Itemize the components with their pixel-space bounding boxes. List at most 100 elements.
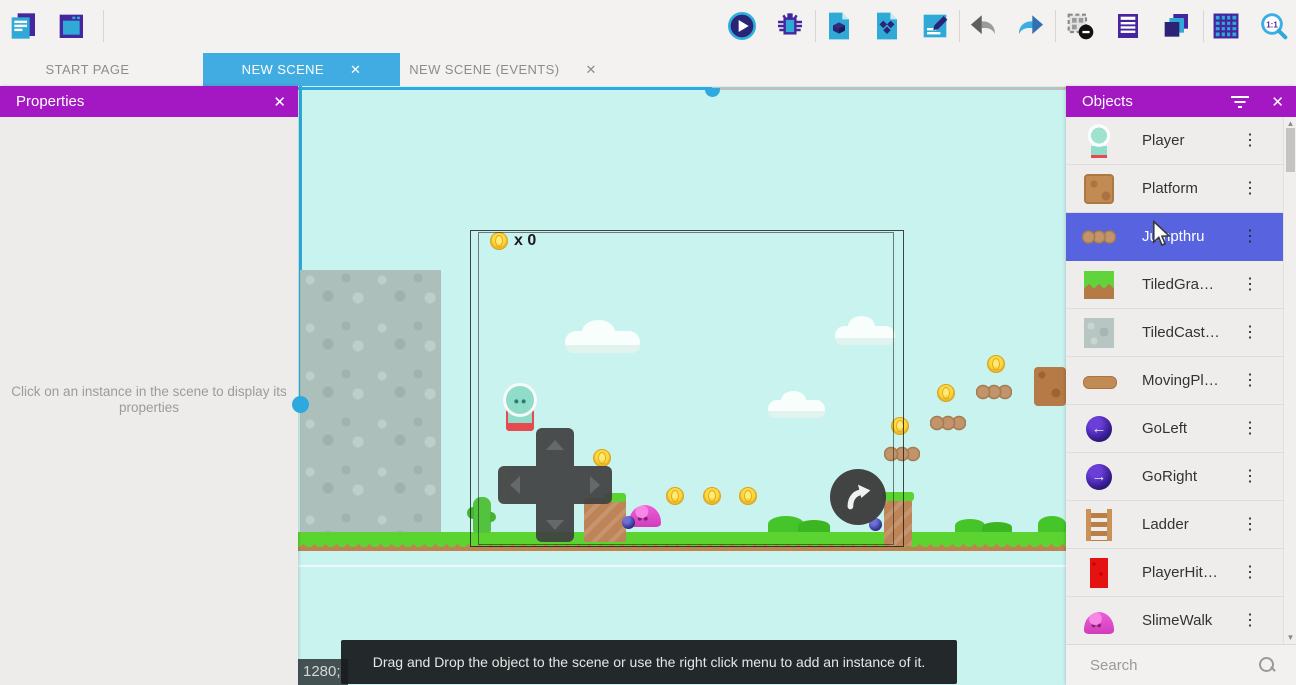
jumpthru-sprite[interactable] [884, 446, 920, 462]
more-options-icon[interactable]: ⋮ [1242, 229, 1258, 245]
vertical-scrollbar-thumb[interactable] [292, 396, 309, 413]
close-panel-icon[interactable]: ✕ [273, 93, 286, 111]
drag-drop-tooltip: Drag and Drop the object to the scene or… [341, 640, 957, 684]
bomb-sprite[interactable] [622, 516, 635, 529]
zoom-one-to-one-icon[interactable]: 1:1 [1254, 6, 1294, 46]
toolbar-separator [1055, 10, 1056, 42]
bush-sprite[interactable] [955, 519, 985, 532]
cloud-sprite[interactable] [768, 400, 825, 418]
project-manager-icon[interactable] [3, 6, 43, 46]
object-row[interactable]: SlimeWalk ⋮ [1066, 597, 1296, 644]
more-options-icon[interactable]: ⋮ [1242, 181, 1258, 197]
go-right-icon [1082, 460, 1116, 494]
more-options-icon[interactable]: ⋮ [1242, 373, 1258, 389]
start-page-window-icon[interactable] [51, 6, 91, 46]
edit-scene-icon[interactable] [915, 6, 955, 46]
dirt-column-sprite[interactable] [884, 500, 912, 546]
jumpthru-sprite[interactable] [976, 384, 1012, 400]
more-options-icon[interactable]: ⋮ [1242, 325, 1258, 341]
object-label: PlayerHit… [1142, 564, 1218, 581]
object-label: TiledGra… [1142, 276, 1214, 293]
search-input[interactable] [1090, 657, 1240, 674]
more-options-icon[interactable]: ⋮ [1242, 469, 1258, 485]
bush-sprite[interactable] [982, 522, 1012, 532]
dpad-right-arrow-icon [590, 476, 600, 494]
coin-sprite[interactable] [739, 487, 757, 505]
moving-platform-sprite[interactable] [1034, 367, 1066, 406]
close-panel-icon[interactable]: ✕ [1271, 93, 1284, 111]
object-row[interactable]: Player ⋮ [1066, 117, 1296, 165]
platform-icon [1084, 174, 1114, 204]
gdevelop-editor-window: 1:1 START PAGE NEW SCENE ✕ NEW SCENE (EV… [0, 0, 1296, 685]
tab-start-page[interactable]: START PAGE [0, 53, 175, 86]
horizontal-scrollbar-thumb[interactable] [705, 88, 720, 97]
object-row[interactable]: TiledCast… ⋮ [1066, 309, 1296, 357]
object-row[interactable]: Ladder ⋮ [1066, 501, 1296, 549]
more-options-icon[interactable]: ⋮ [1242, 421, 1258, 437]
object-label: MovingPl… [1142, 372, 1219, 389]
player-sprite[interactable] [500, 383, 540, 432]
object-label: TiledCast… [1142, 324, 1220, 341]
dpad-up-arrow-icon [546, 440, 564, 450]
horizontal-scrollbar-track[interactable] [712, 87, 1066, 90]
objects-scrollbar[interactable]: ▲ ▼ [1283, 117, 1296, 644]
close-tab-icon[interactable]: ✕ [350, 62, 361, 78]
player-hitbox-icon [1082, 556, 1116, 590]
object-label: Player [1142, 132, 1185, 149]
tab-new-scene-events[interactable]: NEW SCENE (EVENTS) ✕ [400, 53, 606, 86]
scroll-up-icon[interactable]: ▲ [1284, 119, 1296, 128]
coin-sprite[interactable] [891, 417, 909, 435]
cactus-sprite[interactable] [473, 497, 491, 533]
more-options-icon[interactable]: ⋮ [1242, 517, 1258, 533]
objects-scrollbar-thumb[interactable] [1286, 128, 1295, 172]
instances-list-icon[interactable] [1108, 6, 1148, 46]
object-row[interactable]: Platform ⋮ [1066, 165, 1296, 213]
bush-sprite[interactable] [798, 520, 830, 532]
document-cubes-icon[interactable] [867, 6, 907, 46]
dpad-control-sprite[interactable] [498, 428, 612, 542]
more-options-icon[interactable]: ⋮ [1242, 565, 1258, 581]
coin-sprite[interactable] [666, 487, 684, 505]
layers-icon[interactable] [1156, 6, 1196, 46]
object-row[interactable]: GoRight ⋮ [1066, 453, 1296, 501]
filter-icon[interactable] [1231, 96, 1249, 108]
coin-sprite[interactable] [987, 355, 1005, 373]
coin-sprite[interactable] [703, 487, 721, 505]
object-row[interactable]: MovingPl… ⋮ [1066, 357, 1296, 405]
jumpthru-sprite[interactable] [930, 415, 966, 431]
objects-panel-header: Objects ✕ [1066, 86, 1296, 117]
scene-editor-canvas[interactable]: x 0 [298, 86, 1066, 685]
play-icon[interactable] [722, 6, 762, 46]
tiled-castle-icon [1084, 318, 1114, 348]
debug-bug-icon[interactable] [770, 6, 810, 46]
close-tab-icon[interactable]: ✕ [585, 62, 596, 78]
object-row[interactable]: TiledGra… ⋮ [1066, 261, 1296, 309]
tab-new-scene[interactable]: NEW SCENE ✕ [203, 53, 400, 86]
object-label: Ladder [1142, 516, 1189, 533]
more-options-icon[interactable]: ⋮ [1242, 277, 1258, 293]
objects-panel: Objects ✕ Player ⋮ Platform ⋮ Jumpthru ⋮… [1066, 86, 1296, 685]
deselect-instance-icon[interactable] [1060, 6, 1100, 46]
more-options-icon[interactable]: ⋮ [1242, 133, 1258, 149]
grid-icon[interactable] [1206, 6, 1246, 46]
object-row[interactable]: Jumpthru ⋮ [1066, 213, 1296, 261]
toolbar-separator [1203, 10, 1204, 42]
cloud-sprite[interactable] [835, 326, 895, 345]
search-icon[interactable] [1258, 656, 1276, 674]
document-cube-icon[interactable] [819, 6, 859, 46]
cloud-sprite[interactable] [565, 331, 640, 353]
ground-grass[interactable] [298, 532, 1066, 541]
jump-button-sprite[interactable] [830, 469, 886, 525]
jump-arrow-icon [839, 478, 877, 516]
redo-arrow-icon[interactable] [1011, 6, 1051, 46]
bush-sprite[interactable] [1038, 516, 1066, 532]
scroll-down-icon[interactable]: ▼ [1284, 633, 1296, 642]
horizontal-scrollbar[interactable] [298, 87, 712, 90]
more-options-icon[interactable]: ⋮ [1242, 613, 1258, 629]
undo-arrow-icon[interactable] [963, 6, 1003, 46]
castle-tile-instance[interactable] [300, 270, 441, 546]
object-row[interactable]: GoLeft ⋮ [1066, 405, 1296, 453]
object-label: SlimeWalk [1142, 612, 1212, 629]
object-row[interactable]: PlayerHit… ⋮ [1066, 549, 1296, 597]
coin-sprite[interactable] [937, 384, 955, 402]
